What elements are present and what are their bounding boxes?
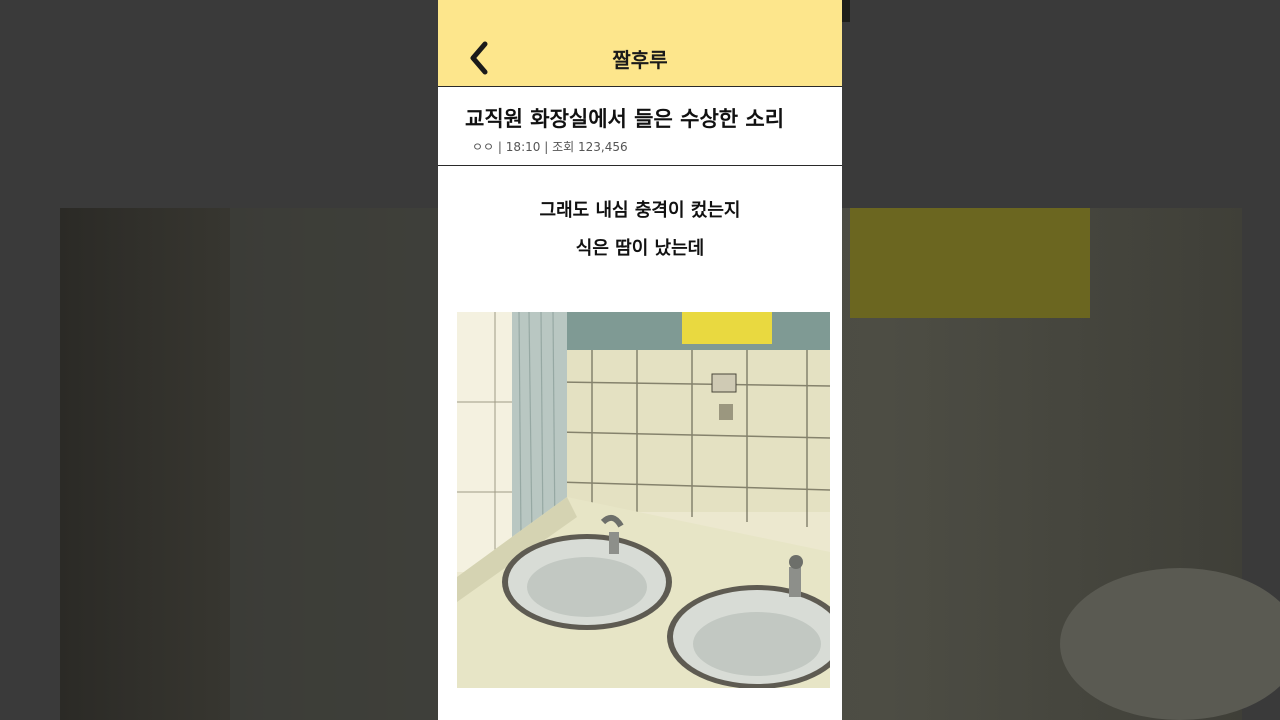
background-edge (842, 0, 850, 22)
post-header: 교직원 화장실에서 들은 수상한 소리 ㅇㅇ | 18:10 | 조회 123,… (438, 87, 842, 166)
mobile-page: 짤후루 교직원 화장실에서 들은 수상한 소리 ㅇㅇ | 18:10 | 조회 … (438, 0, 842, 720)
post-title: 교직원 화장실에서 들은 수상한 소리 (465, 107, 785, 131)
app-header: 짤후루 (438, 0, 842, 87)
post-meta: ㅇㅇ | 18:10 | 조회 123,456 (472, 138, 628, 155)
meta-separator: | (544, 140, 549, 154)
post-body-line: 식은 땀이 났는데 (575, 238, 705, 259)
background-sign (850, 208, 1090, 318)
post-image (457, 312, 830, 688)
background-curtain (230, 208, 440, 720)
meta-separator: | (497, 140, 502, 154)
background-sink (1060, 568, 1280, 720)
post-time: 18:10 (505, 140, 541, 154)
post-author: ㅇㅇ (472, 140, 495, 154)
app-title: 짤후루 (612, 48, 668, 72)
post-views: 조회 123,456 (552, 140, 628, 154)
post-body-line: 그래도 내심 충격이 컸는지 (539, 200, 741, 221)
